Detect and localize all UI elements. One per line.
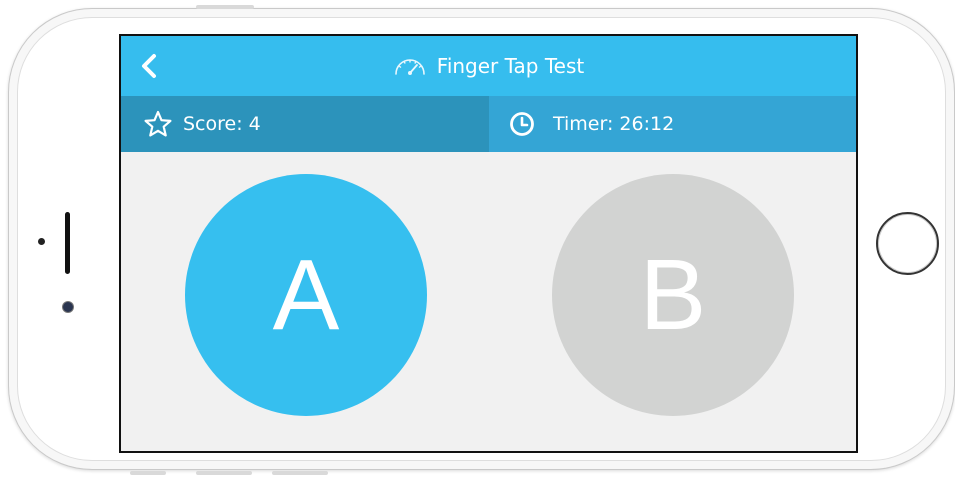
score-panel: Score: 4 — [121, 96, 489, 152]
speedometer-icon — [394, 59, 425, 75]
status-bar: Score: 4 Timer: 26:12 — [121, 96, 856, 152]
volume-up-button — [196, 471, 252, 475]
nav-title-group: Finger Tap Test — [121, 36, 856, 96]
nav-bar: Finger Tap Test — [121, 36, 856, 96]
mute-switch — [130, 471, 166, 475]
tap-area: A B — [121, 152, 856, 451]
volume-down-button — [272, 471, 328, 475]
power-button — [196, 5, 254, 9]
tap-button-a[interactable]: A — [185, 174, 427, 416]
home-button[interactable] — [876, 212, 939, 275]
proximity-sensor — [38, 238, 45, 245]
clock-icon — [509, 111, 535, 137]
timer-label: Timer: 26:12 — [553, 113, 675, 135]
tap-button-b-label: B — [639, 238, 707, 351]
tap-button-a-label: A — [272, 238, 340, 351]
star-outline-icon — [143, 109, 173, 139]
score-label: Score: 4 — [183, 113, 261, 135]
front-camera — [63, 302, 73, 312]
app-screen: Finger Tap Test Score: 4 Timer: 26:12 A — [119, 34, 858, 453]
timer-panel: Timer: 26:12 — [489, 96, 856, 152]
earpiece-speaker — [65, 212, 70, 274]
tap-button-b[interactable]: B — [552, 174, 794, 416]
page-title: Finger Tap Test — [436, 54, 585, 78]
